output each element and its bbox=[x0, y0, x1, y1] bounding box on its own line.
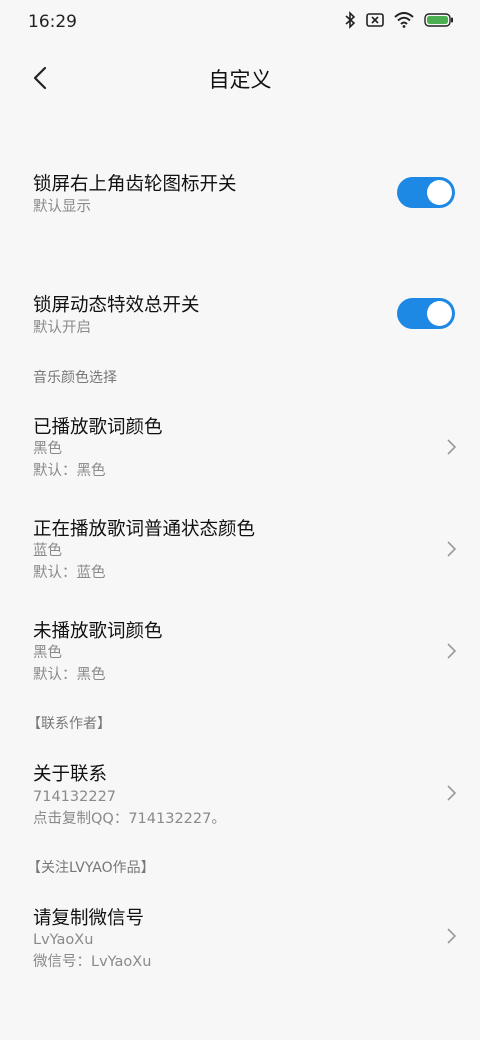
toggle-title: 锁屏动态特效总开关 bbox=[33, 295, 200, 316]
item-note: 微信号：LvYaoXu bbox=[33, 954, 152, 970]
section-header-contact-author: 【联系作者】 bbox=[27, 716, 111, 732]
item-title: 正在播放歌词普通状态颜色 bbox=[33, 519, 256, 540]
page-title: 自定义 bbox=[208, 68, 272, 92]
section-header-music-color: 音乐颜色选择 bbox=[33, 370, 117, 386]
toggle-subtitle: 默认显示 bbox=[33, 199, 91, 215]
item-default: 默认：黑色 bbox=[33, 463, 106, 479]
status-time: 16:29 bbox=[28, 12, 77, 32]
switch-knob bbox=[427, 180, 452, 205]
chevron-right-icon bbox=[447, 785, 457, 801]
item-value: 黑色 bbox=[33, 645, 62, 661]
toggle-title: 锁屏右上角齿轮图标开关 bbox=[33, 174, 237, 195]
chevron-right-icon bbox=[447, 439, 457, 455]
item-default: 默认：黑色 bbox=[33, 667, 106, 683]
dynamic-effects-switch[interactable] bbox=[397, 298, 455, 329]
battery-icon bbox=[424, 13, 453, 27]
item-default: 默认：蓝色 bbox=[33, 565, 106, 581]
switch-knob bbox=[427, 301, 452, 326]
item-title: 关于联系 bbox=[33, 764, 108, 785]
item-value: LvYaoXu bbox=[33, 932, 94, 948]
item-value: 714132227 bbox=[33, 789, 117, 805]
bluetooth-icon bbox=[345, 11, 356, 29]
status-icons bbox=[344, 11, 454, 29]
item-title: 已播放歌词颜色 bbox=[33, 417, 163, 438]
wifi-icon bbox=[394, 12, 414, 28]
chevron-right-icon bbox=[447, 928, 457, 944]
item-value: 黑色 bbox=[33, 441, 62, 457]
chevron-right-icon bbox=[447, 643, 457, 659]
chevron-right-icon bbox=[447, 541, 457, 557]
toggle-subtitle: 默认开启 bbox=[33, 320, 91, 336]
item-note: 点击复制QQ：714132227。 bbox=[33, 811, 226, 827]
item-title: 未播放歌词颜色 bbox=[33, 621, 163, 642]
gear-icon-switch[interactable] bbox=[397, 177, 455, 208]
item-title: 请复制微信号 bbox=[33, 908, 145, 929]
battery-saver-x-icon bbox=[366, 13, 384, 27]
section-header-follow: 【关注LVYAO作品】 bbox=[27, 860, 155, 876]
item-value: 蓝色 bbox=[33, 543, 62, 559]
